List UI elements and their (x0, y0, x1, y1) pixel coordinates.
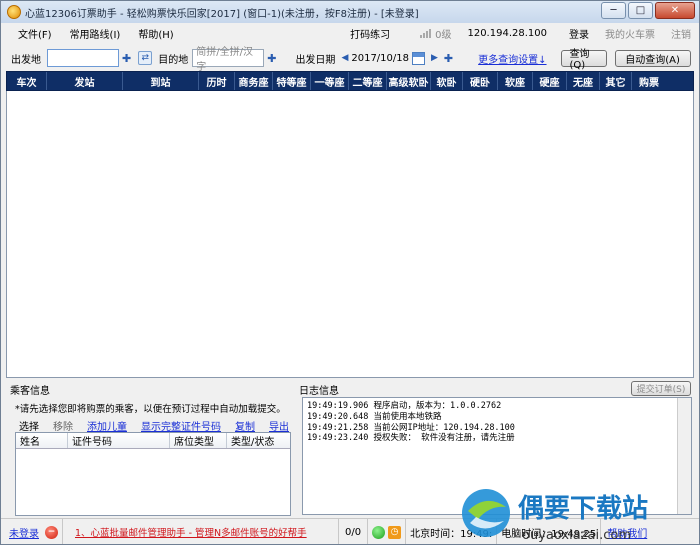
minimize-button[interactable]: ─ (601, 2, 626, 19)
watermark-logo: 偶要下载站 ouyaoxiazai.com (462, 489, 648, 543)
add-child-link[interactable]: 添加儿童 (87, 418, 127, 433)
train-results-grid[interactable] (6, 91, 694, 378)
auto-query-button[interactable]: 自动查询(A) (614, 49, 691, 67)
level-text: 0级 (435, 29, 452, 41)
stop-icon[interactable]: − (45, 525, 58, 539)
col-first-class[interactable]: 一等座 (311, 72, 349, 90)
show-full-id-link[interactable]: 显示完整证件号码 (141, 418, 221, 433)
copy-link[interactable]: 复制 (235, 418, 255, 433)
title-bar: 心蓝12306订票助手 - 轻松购票快乐回家[2017] (窗口-1)(未注册，… (1, 1, 699, 23)
promo-link[interactable]: 1、心蓝批量邮件管理助手 - 管理N多邮件账号的好帮手 (75, 525, 307, 539)
remove-passenger-button[interactable]: 移除 (53, 418, 73, 433)
online-status-icon (372, 525, 386, 539)
add-from-icon[interactable]: ✚ (122, 52, 131, 65)
select-passenger-button[interactable]: 选择 (19, 418, 39, 433)
to-label: 目的地 (158, 54, 189, 66)
col-train-no[interactable]: 车次 (7, 72, 47, 90)
app-logo-icon (7, 5, 21, 19)
log-line: 19:49:19.906 程序启动，版本为：1.0.0.2762 (307, 401, 502, 411)
logout-link[interactable]: 注销 (663, 26, 699, 41)
col-soft-seat[interactable]: 软座 (498, 72, 533, 90)
log-line: 19:49:23.240 授权失败： 软件没有注册，请先注册 (307, 433, 515, 444)
close-button[interactable]: ✕ (655, 2, 695, 19)
menu-right-group: 打码练习 0级 120.194.28.100 登录 我的火车票 注销 (342, 23, 699, 43)
passenger-actions: 选择 移除 添加儿童 显示完整证件号码 复制 导出 (19, 418, 289, 433)
window-title: 心蓝12306订票助手 - 轻松购票快乐回家[2017] (窗口-1)(未注册，… (25, 8, 419, 20)
col-name[interactable]: 姓名 (16, 433, 68, 448)
signal-bars-icon (420, 28, 432, 38)
col-business[interactable]: 商务座 (235, 72, 273, 90)
from-station-input[interactable] (47, 49, 119, 67)
col-hard-sleeper[interactable]: 硬卧 (463, 72, 498, 90)
col-to[interactable]: 到站 (123, 72, 199, 90)
login-status-link[interactable]: 未登录 (9, 525, 39, 540)
watermark-globe-icon (462, 489, 510, 537)
from-label: 出发地 (11, 54, 41, 66)
to-station-input[interactable]: 简拼/全拼/汉字 (192, 47, 265, 73)
add-to-icon[interactable]: ✚ (267, 52, 276, 65)
calendar-icon[interactable] (412, 51, 425, 65)
passenger-table[interactable]: 姓名 证件号码 席位类型 类型/状态 (15, 432, 291, 516)
menu-routes[interactable]: 常用路线(I) (61, 26, 130, 41)
user-level: 0级 (412, 26, 459, 41)
col-duration[interactable]: 历时 (199, 72, 235, 90)
window-controls: ─ □ ✕ (599, 2, 695, 19)
col-second-class[interactable]: 二等座 (349, 72, 387, 90)
my-tickets-link[interactable]: 我的火车票 (597, 26, 663, 41)
col-id-number[interactable]: 证件号码 (68, 433, 170, 448)
watermark-url-text: ouyaoxiazai.com (522, 528, 631, 543)
col-seat-type[interactable]: 席位类型 (170, 433, 227, 448)
watermark-main-text: 偶要下载站 (518, 494, 648, 524)
col-deluxe-sleeper[interactable]: 高级软卧 (387, 72, 431, 90)
count-display: 0/0 (339, 519, 369, 544)
col-other[interactable]: 其它 (600, 72, 632, 90)
clock-icon[interactable]: ◷ (388, 525, 402, 539)
more-settings-link[interactable]: 更多查询设置↓ (478, 51, 546, 66)
date-label: 出发日期 (295, 54, 336, 66)
restore-button[interactable]: □ (628, 2, 653, 19)
login-status[interactable]: 未登录 − (1, 519, 63, 544)
swap-stations-icon[interactable]: ⇄ (138, 51, 153, 65)
login-link[interactable]: 登录 (561, 26, 597, 41)
passenger-table-header: 姓名 证件号码 席位类型 类型/状态 (16, 433, 290, 449)
query-button[interactable]: 查询(Q) (560, 49, 607, 71)
train-table-header: 车次 发站 到站 历时 商务座 特等座 一等座 二等座 高级软卧 软卧 硬卧 软… (6, 71, 694, 91)
add-date-icon[interactable]: ✚ (444, 52, 453, 65)
col-from[interactable]: 发站 (47, 72, 123, 90)
app-window: 心蓝12306订票助手 - 轻松购票快乐回家[2017] (窗口-1)(未注册，… (0, 0, 700, 545)
export-link[interactable]: 导出 (269, 418, 289, 433)
col-hard-seat[interactable]: 硬座 (533, 72, 567, 90)
menu-bar: 文件(F) 常用路线(I) 帮助(H) 打码练习 0级 120.194.28.1… (1, 23, 699, 43)
col-special[interactable]: 特等座 (273, 72, 311, 90)
submit-order-button[interactable]: 提交订单(S) (631, 381, 691, 396)
prev-date-icon[interactable]: ◀ (341, 53, 348, 63)
typing-practice-link[interactable]: 打码练习 (342, 26, 398, 41)
date-value[interactable]: 2017/10/18 (351, 53, 409, 64)
log-line: 19:49:20.648 当前使用本地铁路 (307, 411, 442, 422)
promo-segment: 1、心蓝批量邮件管理助手 - 管理N多邮件账号的好帮手 (63, 519, 339, 544)
ip-address: 120.194.28.100 (467, 27, 547, 39)
col-no-seat[interactable]: 无座 (567, 72, 600, 90)
menu-help[interactable]: 帮助(H) (129, 26, 182, 41)
log-section-title: 日志信息 (299, 386, 339, 397)
log-line: 19:49:21.258 当前公网IP地址：120.194.28.100 (307, 422, 515, 433)
next-date-icon[interactable]: ▶ (431, 53, 438, 63)
col-type-status[interactable]: 类型/状态 (227, 433, 290, 448)
col-buy[interactable]: 购票 (632, 72, 666, 90)
menu-file[interactable]: 文件(F) (9, 26, 61, 41)
status-indicators: ◷ (368, 519, 407, 544)
col-soft-sleeper[interactable]: 软卧 (431, 72, 463, 90)
passenger-hint: *请先选择您即将购票的乘客，以便在预订过程中自动加载提交。 (15, 404, 286, 415)
passenger-section-title: 乘客信息 (10, 386, 50, 397)
query-toolbar: 出发地 ✚ ⇄ 目的地 简拼/全拼/汉字 ✚ 出发日期 ◀ 2017/10/18… (1, 43, 699, 73)
